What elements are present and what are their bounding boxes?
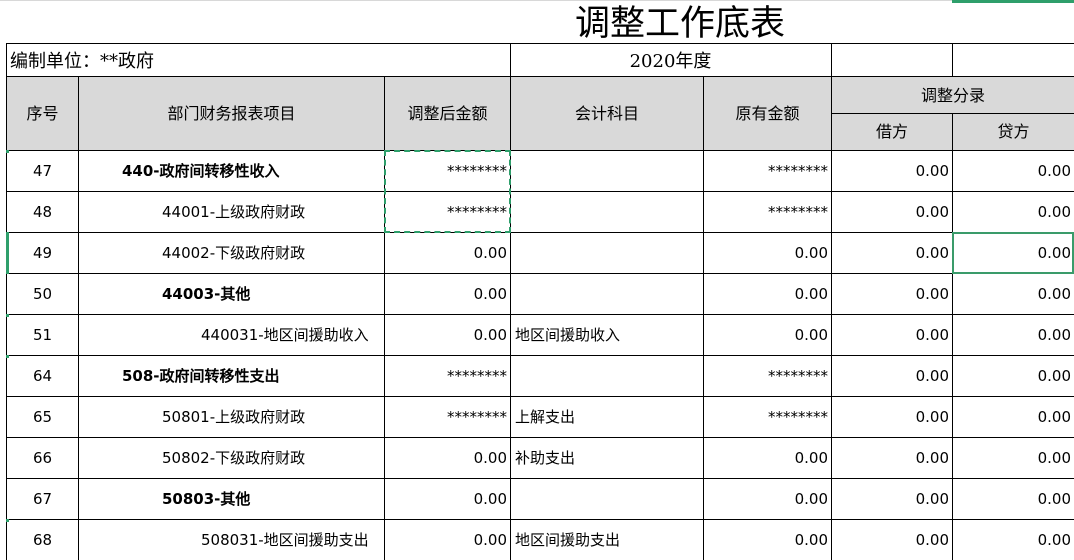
row-seq[interactable]: 51 bbox=[7, 328, 78, 343]
row-debit[interactable]: 0.00 bbox=[832, 451, 949, 466]
sheet-title: 调整工作底表 bbox=[574, 4, 785, 44]
row-item[interactable]: 508031-地区间援助支出 bbox=[201, 533, 369, 548]
row-item[interactable]: 440-政府间转移性收入 bbox=[122, 164, 280, 179]
unit-label: 编制单位：**政府 bbox=[10, 51, 154, 72]
top-gridline bbox=[0, 0, 1074, 1]
row-item[interactable]: 50801-上级政府财政 bbox=[162, 410, 305, 425]
row-original[interactable]: 0.00 bbox=[704, 246, 828, 261]
row-adjusted[interactable]: 0.00 bbox=[385, 451, 507, 466]
row-seq[interactable]: 68 bbox=[7, 533, 78, 548]
row-debit[interactable]: 0.00 bbox=[832, 492, 949, 507]
row-seq[interactable]: 49 bbox=[7, 246, 78, 261]
header-item: 部门财务报表项目 bbox=[167, 104, 296, 123]
row-marker bbox=[6, 232, 9, 274]
header-adjusted-amount: 调整后金额 bbox=[407, 104, 488, 123]
row-credit[interactable]: 0.00 bbox=[953, 328, 1071, 343]
row-account[interactable]: 地区间援助支出 bbox=[515, 533, 620, 548]
header-adjustment-entry: 调整分录 bbox=[920, 86, 985, 105]
selection-edge bbox=[952, 0, 1074, 3]
row-marker bbox=[6, 519, 9, 522]
header-seq: 序号 bbox=[26, 104, 59, 123]
copy-marquee bbox=[384, 150, 511, 233]
row-account[interactable]: 补助支出 bbox=[515, 451, 575, 466]
row-seq[interactable]: 65 bbox=[7, 410, 78, 425]
row-seq[interactable]: 66 bbox=[7, 451, 78, 466]
row-original[interactable]: ******** bbox=[704, 369, 828, 384]
row-seq[interactable]: 50 bbox=[7, 287, 78, 302]
row-adjusted[interactable]: 0.00 bbox=[385, 287, 507, 302]
row-credit[interactable]: 0.00 bbox=[953, 492, 1071, 507]
row-item[interactable]: 44001-上级政府财政 bbox=[162, 205, 305, 220]
row-adjusted[interactable]: 0.00 bbox=[385, 328, 507, 343]
row-adjusted[interactable]: 0.00 bbox=[385, 246, 507, 261]
row-credit[interactable]: 0.00 bbox=[953, 369, 1071, 384]
row-original[interactable]: 0.00 bbox=[704, 451, 828, 466]
row-marker bbox=[6, 314, 9, 317]
row-seq[interactable]: 64 bbox=[7, 369, 78, 384]
row-marker bbox=[6, 150, 9, 153]
row-debit[interactable]: 0.00 bbox=[832, 328, 949, 343]
row-debit[interactable]: 0.00 bbox=[832, 287, 949, 302]
row-account[interactable]: 上解支出 bbox=[515, 410, 575, 425]
active-cell-selection[interactable] bbox=[952, 232, 1074, 274]
header-debit: 借方 bbox=[875, 122, 908, 141]
row-adjusted[interactable]: ******** bbox=[385, 410, 507, 425]
row-adjusted[interactable]: 0.00 bbox=[385, 533, 507, 548]
row-seq[interactable]: 47 bbox=[7, 164, 78, 179]
header-credit: 贷方 bbox=[997, 122, 1030, 141]
row-debit[interactable]: 0.00 bbox=[832, 410, 949, 425]
row-debit[interactable]: 0.00 bbox=[832, 164, 949, 179]
header-account: 会计科目 bbox=[574, 104, 639, 123]
blank-cell bbox=[952, 44, 1074, 77]
row-item[interactable]: 440031-地区间援助收入 bbox=[201, 328, 369, 343]
row-item[interactable]: 44002-下级政府财政 bbox=[162, 246, 305, 261]
row-item[interactable]: 50803-其他 bbox=[162, 492, 250, 507]
row-seq[interactable]: 48 bbox=[7, 205, 78, 220]
row-adjusted[interactable]: 0.00 bbox=[385, 492, 507, 507]
row-original[interactable]: ******** bbox=[704, 410, 828, 425]
spreadsheet-sheet: 调整工作底表 编制单位：**政府 2020年度 序号 部门财务报表项目 调整后金… bbox=[0, 0, 1074, 560]
row-credit[interactable]: 0.00 bbox=[953, 451, 1071, 466]
row-debit[interactable]: 0.00 bbox=[832, 369, 949, 384]
row-original[interactable]: 0.00 bbox=[704, 287, 828, 302]
row-debit[interactable]: 0.00 bbox=[832, 205, 949, 220]
row-account[interactable]: 地区间援助收入 bbox=[515, 328, 620, 343]
row-item[interactable]: 44003-其他 bbox=[162, 287, 250, 302]
row-original[interactable]: ******** bbox=[704, 164, 828, 179]
row-original[interactable]: ******** bbox=[704, 205, 828, 220]
row-debit[interactable]: 0.00 bbox=[832, 246, 949, 261]
row-original[interactable]: 0.00 bbox=[704, 492, 828, 507]
header-original-amount: 原有金额 bbox=[735, 104, 800, 123]
row-item[interactable]: 50802-下级政府财政 bbox=[162, 451, 305, 466]
row-adjusted[interactable]: ******** bbox=[385, 369, 507, 384]
row-original[interactable]: 0.00 bbox=[704, 328, 828, 343]
row-marker bbox=[6, 355, 9, 358]
row-original[interactable]: 0.00 bbox=[704, 533, 828, 548]
row-seq[interactable]: 67 bbox=[7, 492, 78, 507]
row-credit[interactable]: 0.00 bbox=[953, 410, 1071, 425]
row-credit[interactable]: 0.00 bbox=[953, 533, 1071, 548]
row-debit[interactable]: 0.00 bbox=[832, 533, 949, 548]
year-label: 2020年度 bbox=[629, 51, 712, 72]
row-credit[interactable]: 0.00 bbox=[953, 164, 1071, 179]
row-credit[interactable]: 0.00 bbox=[953, 205, 1071, 220]
row-credit[interactable]: 0.00 bbox=[953, 287, 1071, 302]
row-item[interactable]: 508-政府间转移性支出 bbox=[122, 369, 280, 384]
